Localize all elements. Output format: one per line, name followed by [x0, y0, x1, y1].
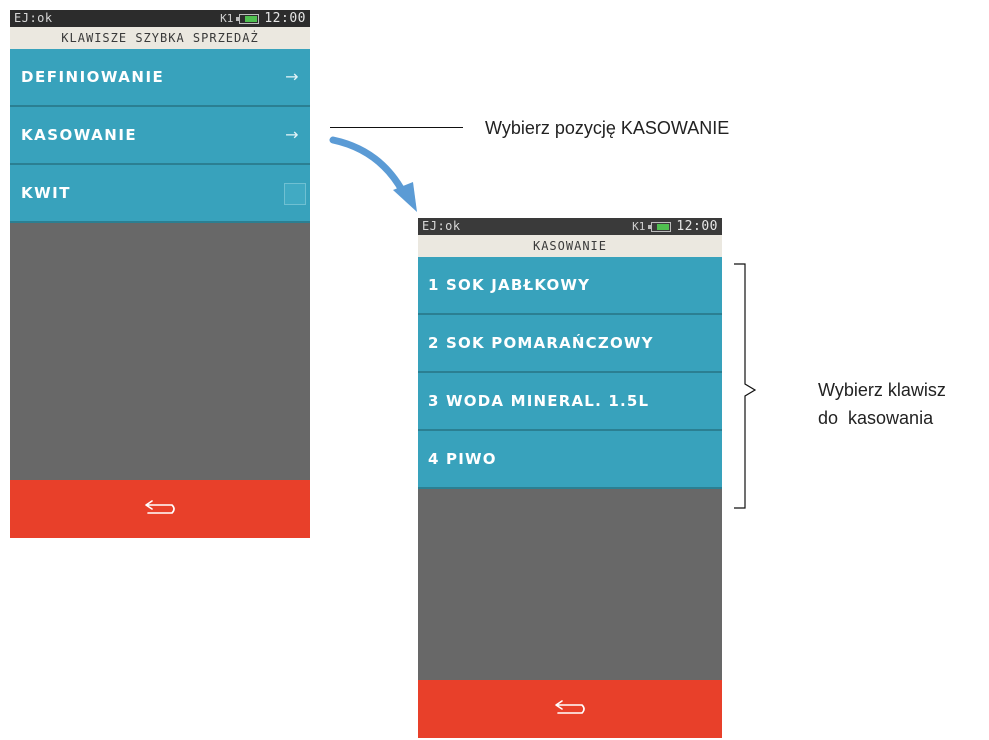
callout-select-kasowanie: Wybierz pozycję KASOWANIE [485, 118, 730, 138]
callout-line [330, 127, 463, 129]
menu-item-label: KASOWANIE [21, 126, 138, 144]
bracket-icon [734, 263, 757, 509]
list-item[interactable]: 3 WODA MINERAL. 1.5L [418, 373, 722, 431]
screen-kasowanie: EJ:ok K1 12:00 KASOWANIE 1 SOK JABŁKOWY … [418, 218, 722, 738]
return-arrow-icon[interactable] [552, 699, 588, 719]
status-bar: EJ:ok K1 12:00 [418, 218, 722, 235]
list-item[interactable]: 4 PIWO [418, 431, 722, 489]
callout-line-2: do kasowania [818, 408, 934, 428]
battery-icon [236, 13, 260, 24]
callout-select-key: Wybierz klawisz do kasowania [818, 376, 946, 432]
chevron-right-icon: → [285, 67, 300, 86]
page-title: KLAWISZE SZYBKA SPRZEDAŻ [10, 27, 310, 49]
ej-status: EJ:ok [422, 219, 461, 233]
menu-list: DEFINIOWANIE → KASOWANIE → KWIT [10, 49, 310, 223]
menu-item-kwit[interactable]: KWIT [10, 165, 310, 223]
list-item[interactable]: 1 SOK JABŁKOWY [418, 257, 722, 315]
bottom-bar [10, 480, 310, 538]
callout-line-1: Wybierz klawisz [818, 380, 946, 400]
flow-arrow-icon [329, 136, 417, 212]
page-title: KASOWANIE [418, 235, 722, 257]
list-item[interactable]: 2 SOK POMARAŃCZOWY [418, 315, 722, 373]
status-bar: EJ:ok K1 12:00 [10, 10, 310, 27]
menu-item-label: DEFINIOWANIE [21, 68, 165, 86]
list-item-label: 1 SOK JABŁKOWY [428, 276, 591, 294]
ej-status: EJ:ok [14, 11, 53, 25]
list-item-label: 3 WODA MINERAL. 1.5L [428, 392, 650, 410]
battery-icon [648, 221, 672, 232]
bottom-bar [418, 680, 722, 738]
menu-item-kasowanie[interactable]: KASOWANIE → [10, 107, 310, 165]
clock: 12:00 [264, 11, 306, 26]
menu-item-definiowanie[interactable]: DEFINIOWANIE → [10, 49, 310, 107]
chevron-right-icon: → [285, 125, 300, 144]
k1-indicator: K1 [632, 220, 646, 233]
k1-indicator: K1 [220, 12, 234, 25]
menu-list: 1 SOK JABŁKOWY 2 SOK POMARAŃCZOWY 3 WODA… [418, 257, 722, 489]
list-item-label: 2 SOK POMARAŃCZOWY [428, 334, 654, 352]
kwit-checkbox[interactable] [284, 183, 306, 205]
screen-quick-sale-keys: EJ:ok K1 12:00 KLAWISZE SZYBKA SPRZEDAŻ … [10, 10, 310, 538]
list-item-label: 4 PIWO [428, 450, 497, 468]
menu-item-label: KWIT [21, 184, 71, 202]
return-arrow-icon[interactable] [142, 499, 178, 519]
clock: 12:00 [676, 219, 718, 234]
